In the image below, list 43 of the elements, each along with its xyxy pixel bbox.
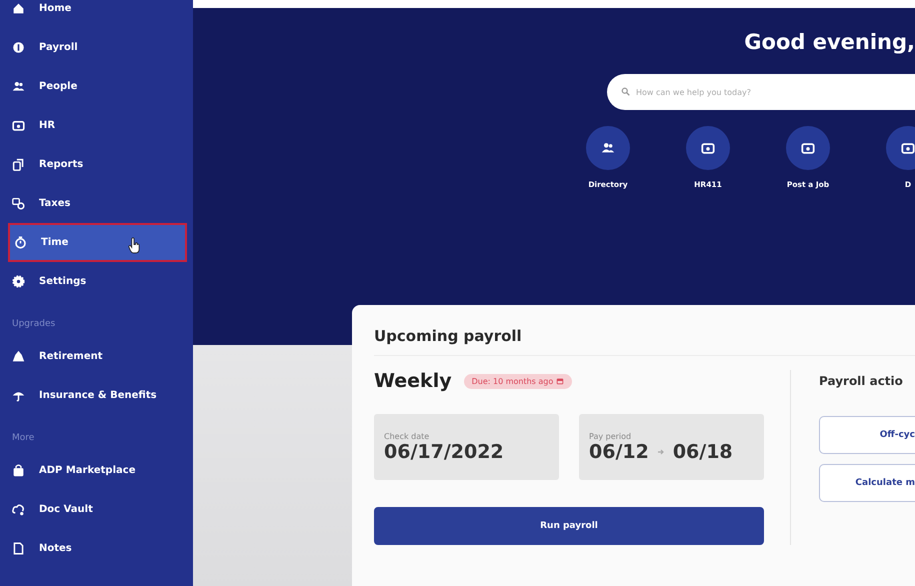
hand-cursor-icon: [128, 237, 141, 254]
date-label: Check date: [384, 432, 430, 440]
payroll-action-button[interactable]: Calculate m: [819, 464, 915, 502]
nav-item[interactable]: Insurance & Benefits: [8, 376, 187, 415]
date-value: 06/17/2022: [384, 440, 505, 462]
bag-icon: [12, 464, 25, 477]
doc-icon: [12, 542, 25, 555]
people-icon: [12, 80, 25, 93]
period-start: 06/12: [589, 440, 649, 462]
nav-item[interactable]: Settings: [8, 262, 187, 301]
people-icon: [601, 141, 615, 155]
actions-title: Payroll actio: [819, 374, 904, 388]
section-heading: Upgrades: [11, 318, 56, 331]
calendar-icon: [556, 377, 564, 385]
nav-item[interactable]: Home: [8, 0, 187, 28]
nav-item[interactable]: ADP Marketplace: [8, 451, 187, 490]
card-title: Upcoming payroll: [374, 305, 915, 356]
greeting: Good evening,: [744, 30, 915, 54]
payroll-action-button[interactable]: Off-cyc: [819, 416, 915, 454]
nav-item[interactable]: Retirement: [8, 337, 187, 376]
nav-item[interactable]: Doc Vault: [8, 490, 187, 529]
nav-item[interactable]: Taxes: [8, 184, 187, 223]
arrow-icon: [656, 448, 665, 456]
cloud-icon: [12, 503, 25, 516]
period-label: Pay period: [589, 432, 632, 440]
due-badge: Due: 10 months ago: [464, 374, 572, 388]
nav-item[interactable]: HR: [8, 106, 187, 145]
section-heading: More: [11, 432, 36, 445]
search-field[interactable]: How can we help you today?: [607, 74, 915, 110]
nav-item[interactable]: Notes: [8, 529, 187, 568]
nav-item[interactable]: Payroll: [8, 28, 187, 67]
clock-icon: [14, 236, 27, 249]
search-icon: [621, 87, 630, 96]
run-payroll-button[interactable]: Run payroll: [374, 507, 764, 545]
home-icon: [12, 2, 25, 15]
taxes-icon: [12, 197, 25, 210]
nav-item[interactable]: Reports: [8, 145, 187, 184]
nav-item[interactable]: Time: [8, 223, 187, 262]
schedule-title: Weekly: [374, 370, 452, 392]
reports-icon: [12, 158, 25, 171]
nav-item[interactable]: People: [8, 67, 187, 106]
gear-icon: [12, 275, 25, 288]
period-end: 06/18: [672, 440, 733, 462]
